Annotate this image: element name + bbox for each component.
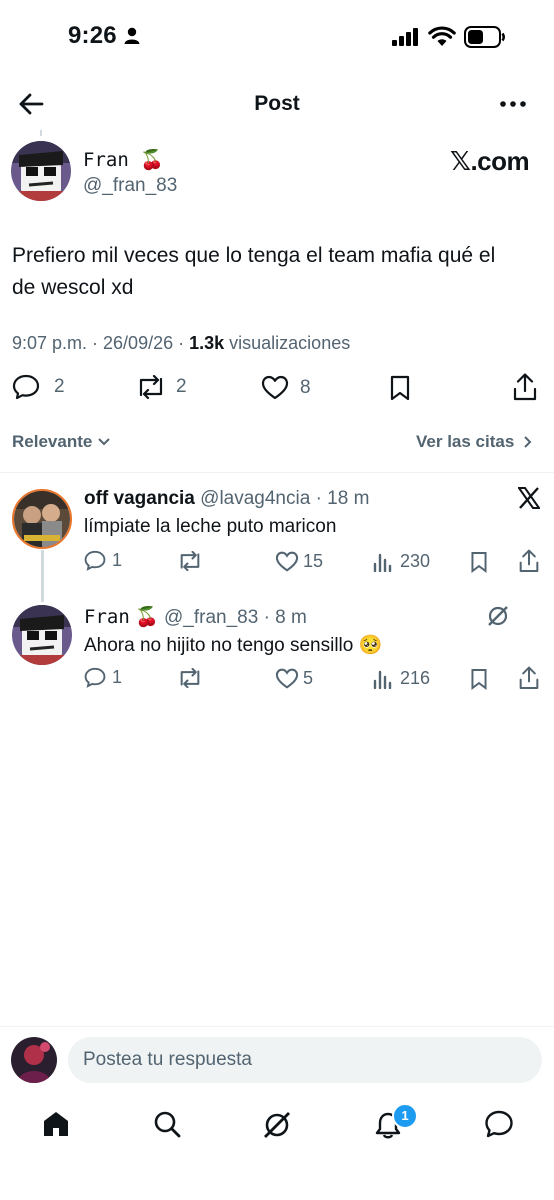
repost-count: 2 [176, 376, 187, 397]
reply-views-button[interactable]: 216 [373, 668, 430, 689]
messages-icon[interactable] [484, 1110, 514, 1138]
chevron-right-icon [524, 436, 532, 448]
status-time: 9:26 [68, 22, 117, 49]
reply-time[interactable]: · 18 m [316, 488, 370, 509]
reply-views-count: 216 [400, 668, 431, 688]
page-title: Post [254, 92, 300, 115]
reply-share-button[interactable] [519, 549, 539, 573]
reply-count: 2 [54, 376, 65, 397]
reply-time[interactable]: · 8 m [264, 607, 307, 628]
reply-repost-button[interactable] [177, 668, 211, 688]
repost-icon [180, 551, 200, 571]
analytics-icon [373, 553, 392, 572]
heart-icon [261, 375, 289, 400]
share-icon [519, 666, 539, 689]
cherry-emoji: 🍒 [135, 607, 159, 628]
reply-icon [12, 374, 40, 400]
reply-bookmark-button[interactable] [470, 551, 488, 573]
reply-reply-button[interactable]: 1 [84, 667, 122, 688]
reply-author-handle[interactable]: @_fran_83 [164, 607, 258, 628]
view-quotes-label: Ver las citas [416, 432, 515, 451]
sort-dropdown[interactable]: Relevante [12, 432, 111, 452]
pleading-face-emoji: 🥺 [358, 635, 383, 656]
analytics-icon [373, 670, 392, 689]
reply-bookmark-button[interactable] [470, 668, 488, 690]
bookmark-icon [390, 375, 410, 401]
post-text-line-2: de wescol xd [12, 276, 134, 299]
more-options-icon[interactable] [500, 101, 526, 107]
reply-repost-button[interactable] [177, 551, 211, 571]
post-timestamp[interactable]: 9:07 p.m. · 26/09/26 · [12, 333, 189, 353]
reply-like-count: 5 [303, 668, 314, 688]
repost-icon [180, 668, 200, 688]
reply-like-button[interactable]: 15 [275, 551, 323, 572]
like-button[interactable]: 8 [261, 375, 311, 400]
thread-line [40, 130, 42, 136]
cherry-emoji: 🍒 [140, 149, 164, 171]
views-count: 1.3k [189, 333, 225, 353]
reply-views-count: 230 [400, 551, 431, 571]
reply-share-button[interactable] [519, 666, 539, 690]
author-avatar[interactable] [11, 141, 71, 201]
home-icon[interactable] [42, 1110, 70, 1138]
grok-icon[interactable] [486, 604, 510, 628]
reply-input-placeholder: Postea tu respuesta [83, 1049, 252, 1070]
post-text-line-1: Prefiero mil veces que lo tenga el team … [12, 244, 496, 267]
divider [0, 1026, 554, 1027]
repost-icon [139, 375, 163, 399]
x-com-watermark: 𝕏.com [450, 146, 530, 176]
search-icon[interactable] [153, 1110, 181, 1138]
reply-button[interactable]: 2 [12, 374, 65, 400]
bookmark-button[interactable] [389, 375, 411, 401]
reply-avatar[interactable] [12, 605, 72, 665]
chevron-down-icon [98, 438, 111, 446]
reply-author-name[interactable]: off vagancia [84, 488, 195, 509]
reply-like-count: 15 [303, 551, 324, 571]
post-meta: 9:07 p.m. · 26/09/26 · 1.3k visualizacio… [12, 333, 350, 354]
person-icon [124, 27, 140, 45]
cellular-signal-icon [392, 28, 418, 46]
bookmark-icon [471, 669, 487, 690]
current-user-avatar[interactable] [11, 1037, 57, 1083]
wifi-icon [428, 26, 456, 46]
heart-icon [275, 551, 299, 572]
view-quotes-link[interactable]: Ver las citas [416, 432, 533, 452]
bookmark-icon [471, 552, 487, 573]
like-count: 8 [300, 376, 311, 398]
views-label: visualizaciones [224, 333, 351, 353]
repost-button[interactable]: 2 [136, 375, 187, 399]
grok-nav-icon[interactable] [262, 1110, 292, 1140]
reply-author-name[interactable]: Fran [84, 606, 130, 628]
reply-text: Ahora no hijito no tengo sensillo [84, 635, 354, 656]
reply-like-button[interactable]: 5 [275, 668, 313, 689]
notifications-badge: 1 [392, 1103, 418, 1129]
heart-icon [275, 668, 299, 689]
reply-author-handle[interactable]: @lavag4ncia [200, 488, 310, 509]
x-logo-icon [518, 487, 540, 509]
battery-icon [464, 26, 506, 48]
reply-reply-count: 1 [112, 550, 123, 570]
thread-connector [41, 550, 44, 602]
reply-views-button[interactable]: 230 [373, 551, 430, 572]
reply-reply-button[interactable]: 1 [84, 550, 122, 571]
share-button[interactable] [513, 373, 537, 401]
reply-text: límpiate la leche puto maricon [84, 516, 337, 537]
reply-input[interactable]: Postea tu respuesta [68, 1037, 542, 1083]
sort-label: Relevante [12, 432, 93, 451]
reply-reply-count: 1 [112, 667, 123, 687]
reply-avatar[interactable] [12, 489, 72, 549]
reply-icon [84, 550, 106, 571]
reply-icon [84, 667, 106, 688]
author-name[interactable]: Fran [83, 149, 129, 171]
author-handle[interactable]: @_fran_83 [83, 175, 177, 197]
share-icon [513, 373, 537, 401]
share-icon [519, 549, 539, 572]
